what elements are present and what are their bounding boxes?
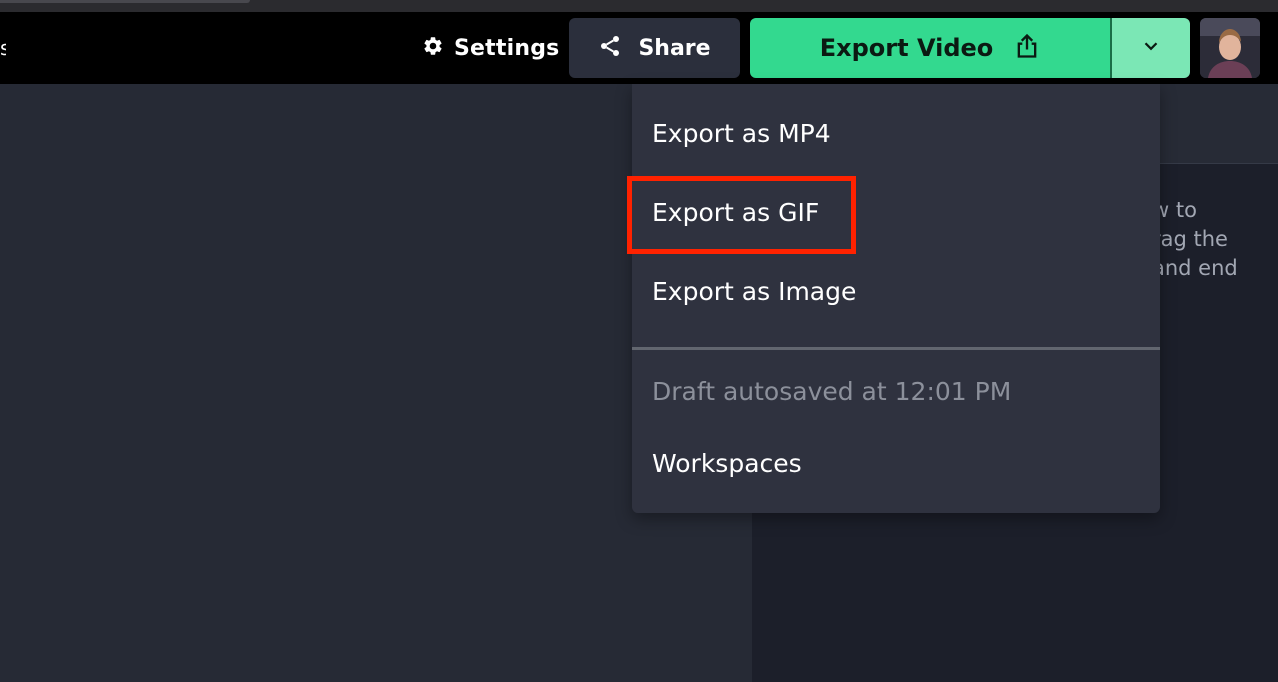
export-video-label: Export Video bbox=[819, 34, 994, 62]
export-video-button[interactable]: Export Video bbox=[750, 18, 1111, 78]
upload-icon bbox=[1013, 32, 1041, 64]
gear-icon bbox=[422, 35, 444, 61]
user-avatar[interactable] bbox=[1200, 18, 1260, 78]
cut-off-text: s bbox=[0, 36, 6, 60]
avatar-portrait bbox=[1200, 18, 1260, 78]
share-label: Share bbox=[638, 35, 711, 61]
menu-divider bbox=[632, 347, 1160, 350]
menu-item-workspaces[interactable]: Workspaces bbox=[652, 449, 802, 478]
chevron-down-icon bbox=[1140, 35, 1162, 61]
app-window: s Settings Share Export Video w to rag t… bbox=[0, 0, 1278, 682]
menu-item-export-gif[interactable]: Export as GIF bbox=[652, 198, 819, 227]
settings-label: Settings bbox=[454, 35, 560, 61]
browser-tab[interactable] bbox=[0, 0, 250, 3]
menu-item-export-mp4[interactable]: Export as MP4 bbox=[652, 119, 831, 148]
browser-chrome-strip bbox=[0, 0, 1278, 12]
share-button[interactable]: Share bbox=[569, 18, 740, 78]
top-toolbar: s Settings Share Export Video bbox=[0, 12, 1278, 84]
export-dropdown-menu: Export as MP4 Export as GIF Export as Im… bbox=[632, 84, 1160, 513]
export-options-toggle[interactable] bbox=[1112, 18, 1190, 78]
share-icon bbox=[598, 34, 622, 62]
right-panel-help-text: w to rag the and end bbox=[1152, 198, 1238, 280]
settings-button[interactable]: Settings bbox=[422, 34, 559, 62]
menu-item-export-image[interactable]: Export as Image bbox=[652, 277, 856, 306]
autosave-status: Draft autosaved at 12:01 PM bbox=[652, 377, 1012, 406]
